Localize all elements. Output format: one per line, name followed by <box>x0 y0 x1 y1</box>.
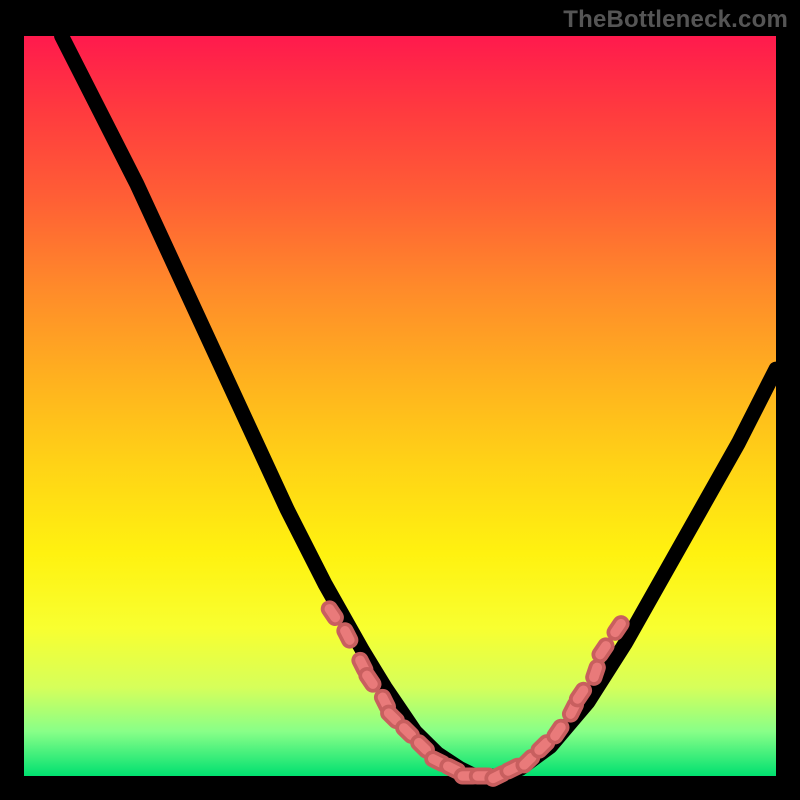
chart-svg <box>24 36 776 776</box>
bottleneck-curve <box>62 36 776 776</box>
chart-frame: TheBottleneck.com <box>0 0 800 800</box>
marker-group <box>320 600 630 788</box>
curve-marker <box>546 718 571 745</box>
plot-area <box>24 36 776 776</box>
watermark-text: TheBottleneck.com <box>563 6 788 34</box>
